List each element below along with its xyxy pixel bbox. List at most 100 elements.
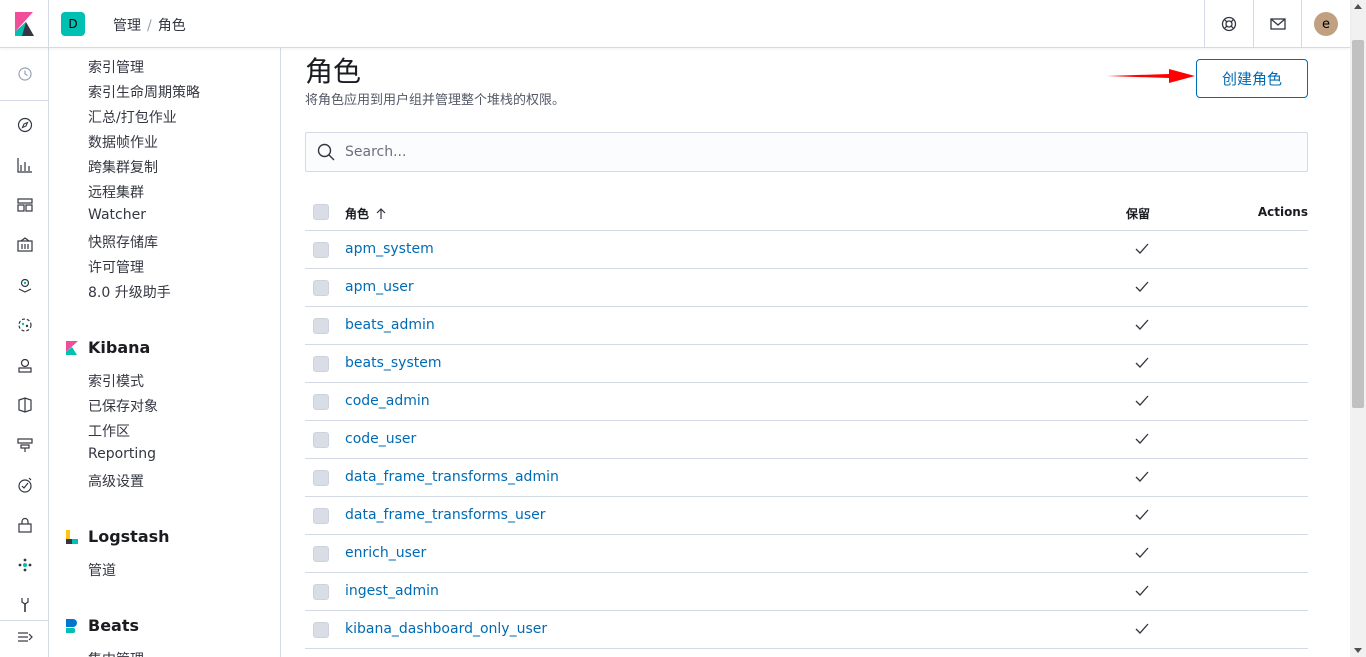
role-link[interactable]: apm_user <box>345 279 414 295</box>
row-checkbox[interactable] <box>313 470 329 486</box>
role-link[interactable]: apm_system <box>345 241 434 257</box>
nav-dashboard[interactable] <box>0 190 49 220</box>
sidenav-item-pipelines[interactable]: 管道 <box>88 560 116 580</box>
scroll-up-arrow-icon[interactable] <box>1354 4 1362 9</box>
rail-divider <box>0 620 49 621</box>
nav-infrastructure[interactable] <box>0 350 49 380</box>
kibana-logo-cell[interactable] <box>0 0 49 48</box>
sidenav-item-advanced-settings[interactable]: 高级设置 <box>88 471 144 491</box>
row-checkbox[interactable] <box>313 546 329 562</box>
role-link[interactable]: code_admin <box>345 393 430 409</box>
sidenav-item-spaces[interactable]: 工作区 <box>88 421 130 441</box>
role-link[interactable]: enrich_user <box>345 545 426 561</box>
nav-visualize[interactable] <box>0 150 49 180</box>
nav-dev-tools[interactable] <box>0 590 49 620</box>
scroll-down-arrow-icon[interactable] <box>1354 648 1362 653</box>
help-button[interactable] <box>1204 0 1253 48</box>
machine-learning-icon <box>17 318 32 332</box>
row-checkbox[interactable] <box>313 508 329 524</box>
select-all-checkbox[interactable] <box>313 204 329 220</box>
row-checkbox[interactable] <box>313 356 329 372</box>
sidenav-item-data-frames[interactable]: 数据帧作业 <box>88 132 158 152</box>
check-icon <box>1135 509 1149 520</box>
sidenav-item-snapshot[interactable]: 快照存储库 <box>88 232 158 252</box>
scrollbar-thumb[interactable] <box>1352 40 1364 408</box>
table-row: ingest_admin <box>305 573 1308 611</box>
sidenav-item-ilm[interactable]: 索引生命周期策略 <box>88 82 200 102</box>
menu-expand-icon <box>17 632 33 642</box>
row-checkbox[interactable] <box>313 394 329 410</box>
nav-apm[interactable] <box>0 430 49 460</box>
table-row: beats_admin <box>305 307 1308 345</box>
check-icon <box>1135 243 1149 254</box>
collapse-nav-button[interactable] <box>0 622 49 652</box>
sidenav-item-upgrade[interactable]: 8.0 升级助手 <box>88 282 171 302</box>
sidenav-item-index-management[interactable]: 索引管理 <box>88 57 144 77</box>
nav-ml[interactable] <box>0 310 49 340</box>
infrastructure-icon <box>17 358 32 373</box>
nav-discover[interactable] <box>0 110 49 140</box>
table-row: code_user <box>305 421 1308 459</box>
column-header-reserved: 保留 <box>1126 207 1151 221</box>
nav-canvas[interactable] <box>0 230 49 260</box>
sidenav-group-kibana: Kibana <box>64 338 150 357</box>
check-icon <box>1135 547 1149 558</box>
sidenav-item-ccr[interactable]: 跨集群复制 <box>88 157 158 177</box>
table-row: apm_system <box>305 231 1308 269</box>
table-row: enrich_user <box>305 535 1308 573</box>
newsfeed-button[interactable] <box>1253 0 1302 48</box>
sidenav-item-license[interactable]: 许可管理 <box>88 257 144 277</box>
search-box[interactable] <box>305 132 1308 172</box>
nav-uptime[interactable] <box>0 470 49 500</box>
nav-siem[interactable] <box>0 510 49 540</box>
logstash-icon <box>66 529 78 544</box>
sidenav-item-saved-objects[interactable]: 已保存对象 <box>88 396 158 416</box>
create-role-button[interactable]: 创建角色 <box>1196 59 1308 98</box>
page-title: 角色 <box>305 55 362 88</box>
column-header-label: 角色 <box>345 207 370 221</box>
check-icon <box>1135 281 1149 292</box>
user-menu-button[interactable]: e <box>1301 0 1350 48</box>
help-lifebuoy-icon <box>1221 16 1237 32</box>
nav-logs[interactable] <box>0 390 49 420</box>
role-link[interactable]: data_frame_transforms_user <box>345 507 546 523</box>
sidenav-item-watcher[interactable]: Watcher <box>88 207 146 223</box>
sidenav-item-rollup[interactable]: 汇总/打包作业 <box>88 107 177 127</box>
page-scrollbar[interactable] <box>1350 0 1366 657</box>
sidenav-item-reporting[interactable]: Reporting <box>88 446 156 462</box>
role-link[interactable]: beats_admin <box>345 317 435 333</box>
role-link[interactable]: kibana_dashboard_only_user <box>345 621 547 637</box>
row-checkbox[interactable] <box>313 584 329 600</box>
nav-graph[interactable] <box>0 550 49 580</box>
space-avatar[interactable]: D <box>61 12 85 36</box>
row-checkbox[interactable] <box>313 432 329 448</box>
role-link[interactable]: beats_system <box>345 355 441 371</box>
row-checkbox[interactable] <box>313 280 329 296</box>
role-link[interactable]: code_user <box>345 431 416 447</box>
breadcrumb-management[interactable]: 管理 <box>113 18 141 34</box>
apm-icon <box>16 438 33 452</box>
search-input[interactable] <box>345 144 1245 160</box>
table-row: code_admin <box>305 383 1308 421</box>
nav-maps[interactable] <box>0 270 49 300</box>
row-checkbox[interactable] <box>313 318 329 334</box>
row-checkbox[interactable] <box>313 622 329 638</box>
table-row: beats_system <box>305 345 1308 383</box>
role-link[interactable]: ingest_admin <box>345 583 439 599</box>
kibana-logo-icon <box>15 12 34 36</box>
sidenav-item-index-patterns[interactable]: 索引模式 <box>88 371 144 391</box>
graph-icon <box>18 558 31 572</box>
sidenav-group-beats: Beats <box>64 616 139 635</box>
recently-viewed-button[interactable] <box>0 59 49 89</box>
sidenav-group-title: Beats <box>88 616 140 635</box>
sidenav-item-remote-clusters[interactable]: 远程集群 <box>88 182 144 202</box>
table-row: data_frame_transforms_user <box>305 497 1308 535</box>
column-header-role[interactable]: 角色 <box>345 205 387 222</box>
breadcrumb-separator: / <box>147 18 152 34</box>
breadcrumb: 管理 / 角色 <box>113 15 186 35</box>
check-icon <box>1135 623 1149 634</box>
compass-icon <box>17 117 32 133</box>
sidenav-item-central-management[interactable]: 集中管理 <box>88 649 144 657</box>
row-checkbox[interactable] <box>313 242 329 258</box>
role-link[interactable]: data_frame_transforms_admin <box>345 469 559 485</box>
